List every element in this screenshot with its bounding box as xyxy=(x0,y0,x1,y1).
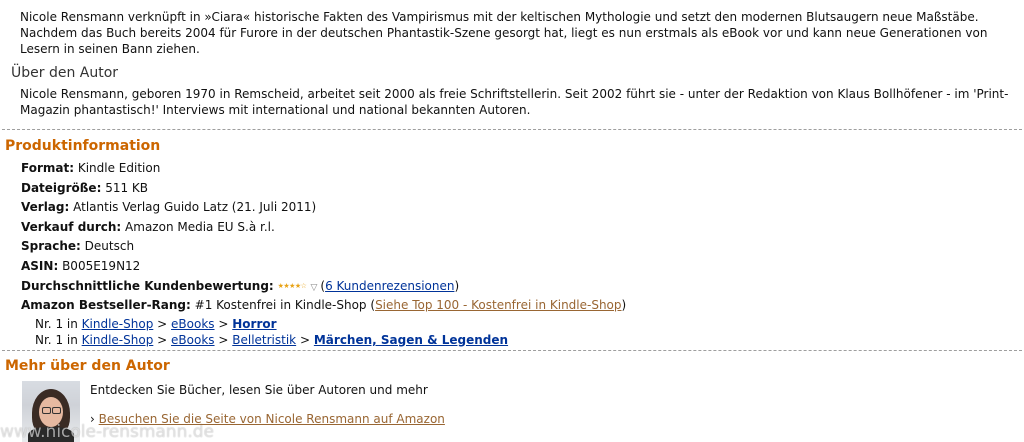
breadcrumb-maerchen-sagen-legenden[interactable]: Märchen, Sagen & Legenden xyxy=(314,333,508,347)
language-label: Sprache: xyxy=(21,239,81,254)
format-row: Format: Kindle Edition xyxy=(21,159,1011,179)
breadcrumb-separator: > xyxy=(218,332,229,347)
rank-subcategory-2: Nr. 1 in Kindle-Shop > eBooks > Belletri… xyxy=(21,332,1011,348)
breadcrumb-ebooks[interactable]: eBooks xyxy=(171,333,215,347)
bestseller-rank-label: Amazon Bestseller-Rang: xyxy=(21,298,191,313)
divider xyxy=(2,350,1022,351)
language-value: Deutsch xyxy=(84,239,135,254)
asin-label: ASIN: xyxy=(21,258,59,273)
file-size-value: 511 KB xyxy=(105,180,149,195)
seller-row: Verkauf durch: Amazon Media EU S.à r.l. xyxy=(21,218,1011,238)
rating-row: Durchschnittliche Kundenbewertung: ★★★★☆… xyxy=(21,277,1011,297)
format-label: Format: xyxy=(21,161,75,175)
breadcrumb-separator: > xyxy=(218,316,229,331)
format-value: Kindle Edition xyxy=(77,161,161,175)
breadcrumb-separator: > xyxy=(157,332,168,347)
rank-subcategory-1: Nr. 1 in Kindle-Shop > eBooks > Horror xyxy=(21,316,1011,332)
author-page-link[interactable]: Besuchen Sie die Seite von Nicole Rensma… xyxy=(99,412,445,426)
file-size-row: Dateigröße: 511 KB xyxy=(21,179,1011,199)
publisher-value: Atlantis Verlag Guido Latz (21. Juli 201… xyxy=(73,200,317,215)
product-details-list: Format: Kindle Edition Dateigröße: 511 K… xyxy=(21,159,1011,348)
top-100-link[interactable]: Siehe Top 100 - Kostenfrei in Kindle-Sho… xyxy=(375,298,621,312)
breadcrumb-ebooks[interactable]: eBooks xyxy=(171,317,215,331)
author-tagline: Entdecken Sie Bücher, lesen Sie über Aut… xyxy=(90,383,428,397)
breadcrumb-separator: > xyxy=(299,332,311,347)
file-size-label: Dateigröße: xyxy=(21,180,102,195)
publisher-label: Verlag: xyxy=(21,200,70,215)
author-page-entry: › Besuchen Sie die Seite von Nicole Rens… xyxy=(90,412,445,426)
reviews-close-paren: ) xyxy=(454,278,460,293)
rank-prefix: Nr. 1 in xyxy=(35,332,78,347)
customer-reviews-link[interactable]: 6 Kundenrezensionen xyxy=(325,279,454,293)
publisher-row: Verlag: Atlantis Verlag Guido Latz (21. … xyxy=(21,198,1011,218)
rating-label: Durchschnittliche Kundenbewertung: xyxy=(21,278,274,293)
breadcrumb-horror[interactable]: Horror xyxy=(232,317,276,331)
breadcrumb-kindle-shop[interactable]: Kindle-Shop xyxy=(82,333,154,347)
seller-value: Amazon Media EU S.à r.l. xyxy=(125,219,275,234)
description-line-1: Nicole Rensmann verknüpft in »Ciara« his… xyxy=(20,10,979,24)
chevron-down-icon[interactable]: ▽ xyxy=(310,283,317,293)
breadcrumb-belletristik[interactable]: Belletristik xyxy=(232,333,296,347)
about-author-heading: Über den Autor xyxy=(11,65,119,81)
breadcrumb-kindle-shop[interactable]: Kindle-Shop xyxy=(82,317,154,331)
product-description: Nicole Rensmann verknüpft in »Ciara« his… xyxy=(20,9,1020,57)
description-line-2: Nachdem das Buch bereits 2004 für Furore… xyxy=(20,26,988,56)
bestseller-rank-text: #1 Kostenfrei in Kindle-Shop ( xyxy=(194,298,376,313)
asin-value: B005E19N12 xyxy=(62,258,141,273)
rank-prefix: Nr. 1 in xyxy=(35,316,78,331)
product-info-heading: Produktinformation xyxy=(5,138,161,154)
star-rating-icon[interactable]: ★★★★☆ xyxy=(278,277,307,297)
rank-close-paren: ) xyxy=(621,298,627,313)
bestseller-rank-row: Amazon Bestseller-Rang: #1 Kostenfrei in… xyxy=(21,296,1011,316)
language-row: Sprache: Deutsch xyxy=(21,237,1011,257)
seller-label: Verkauf durch: xyxy=(21,219,122,234)
asin-row: ASIN: B005E19N12 xyxy=(21,257,1011,277)
breadcrumb-separator: > xyxy=(157,316,168,331)
bullet-arrow-icon: › xyxy=(90,412,95,426)
divider xyxy=(2,129,1022,130)
about-author-text: Nicole Rensmann, geboren 1970 in Remsche… xyxy=(20,87,1009,117)
more-about-author-heading: Mehr über den Autor xyxy=(5,358,170,374)
